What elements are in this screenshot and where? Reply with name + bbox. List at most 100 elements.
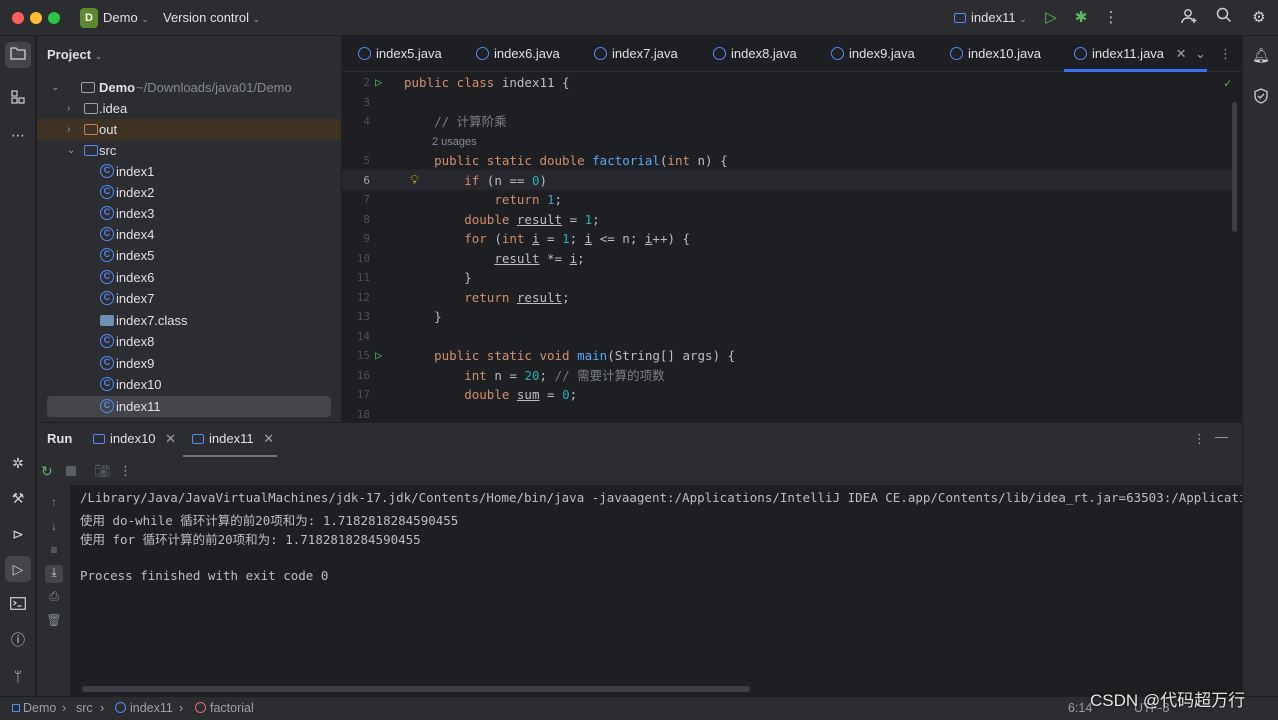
run-gutter-icon[interactable]: ▷: [375, 75, 382, 89]
tab-index10[interactable]: index10.java: [950, 36, 1041, 72]
module-icon: [12, 704, 20, 712]
tree-item-index5[interactable]: Cindex5: [37, 245, 341, 266]
services-icon[interactable]: ⊳: [5, 521, 31, 547]
tab-index7[interactable]: index7.java: [594, 36, 678, 72]
breadcrumb-index11[interactable]: index11: [115, 701, 173, 715]
shield-icon[interactable]: [1248, 86, 1274, 112]
java-class-icon: [1074, 47, 1087, 60]
line-number: 9: [363, 232, 370, 245]
code-line: return 1;: [494, 192, 563, 207]
run-gutter-icon[interactable]: ▷: [375, 348, 382, 362]
usages-hint[interactable]: 2 usages: [432, 133, 477, 153]
inspection-ok-check-icon[interactable]: ✓: [1224, 76, 1231, 90]
tree-item-out[interactable]: › out: [37, 119, 341, 140]
settings-gear-icon[interactable]: ⚙: [1248, 7, 1270, 29]
tree-item-label: src: [99, 143, 117, 158]
tab-index5[interactable]: index5.java: [358, 36, 442, 72]
tab-more-icon[interactable]: ⋮: [1219, 36, 1232, 72]
more-run-actions-icon[interactable]: ⋮: [119, 463, 132, 479]
status-bar: Demo › src › index11 › factorial 6:14 UT…: [0, 696, 1278, 720]
close-tab-icon[interactable]: ✕: [1176, 46, 1187, 61]
java-class-icon: C: [100, 377, 114, 391]
tree-item-src[interactable]: ⌄ src: [37, 140, 341, 161]
camera-icon[interactable]: 📷︎: [94, 463, 111, 479]
minimize-window-button[interactable]: [30, 12, 42, 24]
terminal-icon[interactable]: [5, 592, 31, 618]
tab-index9[interactable]: index9.java: [831, 36, 915, 72]
active-run-tab-underline: [183, 455, 277, 457]
chevron-down-icon: ⌄: [51, 82, 60, 93]
tree-item-index8[interactable]: Cindex8: [37, 331, 341, 352]
caret-position[interactable]: 6:14: [1068, 701, 1092, 715]
console-output[interactable]: /Library/Java/JavaVirtualMachines/jdk-17…: [70, 485, 1242, 697]
rerun-icon[interactable]: ↻: [41, 463, 53, 480]
build-hammer-icon[interactable]: ⚒: [5, 485, 31, 511]
code-line: public class index11 {: [404, 75, 570, 90]
more-actions-icon[interactable]: ⋮: [1100, 7, 1122, 29]
run-tab-index10[interactable]: index10 ✕: [93, 431, 176, 447]
project-panel-title[interactable]: Project ⌄: [47, 47, 102, 62]
editor-scrollbar[interactable]: [1232, 102, 1237, 232]
breadcrumb-factorial[interactable]: factorial: [195, 701, 254, 715]
tab-index11[interactable]: index11.java ✕: [1064, 36, 1207, 72]
run-icon[interactable]: ▷: [1040, 7, 1062, 29]
debug-bug-icon[interactable]: ✲: [5, 450, 31, 476]
folder-icon: [84, 103, 98, 114]
tree-root-demo[interactable]: ⌄ Demo ~/Downloads/java01/Demo: [37, 77, 341, 98]
stop-icon[interactable]: [66, 466, 76, 476]
debug-icon[interactable]: ✱: [1070, 7, 1092, 29]
tree-item-label: out: [99, 122, 118, 137]
tab-list-chevron-icon[interactable]: ⌄: [1195, 36, 1206, 72]
add-user-icon[interactable]: [1178, 7, 1200, 29]
breadcrumb-separator-icon: ›: [100, 701, 105, 715]
structure-icon[interactable]: [5, 86, 31, 112]
chevron-down-icon: ⌄: [141, 14, 149, 24]
print-icon[interactable]: ⎙: [45, 589, 63, 607]
app-icon: [192, 434, 204, 444]
close-tab-icon[interactable]: ✕: [263, 431, 274, 446]
problems-icon[interactable]: ⓘ: [5, 627, 31, 653]
close-window-button[interactable]: [12, 12, 24, 24]
more-options-icon[interactable]: ⋮: [1193, 431, 1206, 447]
trash-icon[interactable]: 🗑︎: [45, 613, 63, 631]
vcs-menu[interactable]: Version control ⌄: [163, 10, 260, 25]
run-config-selector[interactable]: index11 ⌄: [954, 10, 1027, 25]
code-line: double result = 1;: [464, 212, 600, 227]
project-folder-icon[interactable]: [5, 42, 31, 68]
line-number: 11: [356, 271, 370, 284]
project-badge[interactable]: D: [80, 8, 98, 28]
soft-wrap-icon[interactable]: ≡: [45, 543, 63, 561]
run-tab-index11[interactable]: index11 ✕: [192, 431, 274, 447]
java-class-icon: C: [100, 270, 114, 284]
down-arrow-icon[interactable]: ↓: [45, 519, 63, 537]
tree-item-index7-class[interactable]: index7.class: [37, 310, 341, 331]
maximize-window-button[interactable]: [48, 12, 60, 24]
tree-item-index7[interactable]: Cindex7: [37, 288, 341, 309]
minimize-panel-icon[interactable]: —: [1215, 429, 1228, 444]
tree-item-idea[interactable]: › .idea: [37, 98, 341, 119]
search-icon[interactable]: [1213, 7, 1235, 29]
tree-item-index3[interactable]: Cindex3: [37, 203, 341, 224]
console-horizontal-scrollbar[interactable]: [82, 686, 750, 692]
breadcrumb-src[interactable]: src: [76, 701, 93, 715]
tree-item-index6[interactable]: Cindex6: [37, 267, 341, 288]
git-branch-icon[interactable]: ᛘ: [5, 663, 31, 689]
tree-item-index4[interactable]: Cindex4: [37, 224, 341, 245]
code-editor[interactable]: 2 3 4 5 6 7 8 9 10 11 12 13 14 15 16 17 …: [342, 72, 1242, 422]
run-panel: Run index10 ✕ index11 ✕ ⋮ — ↻ 📷︎ ⋮ ↑ ↓ ≡…: [37, 422, 1242, 697]
close-tab-icon[interactable]: ✕: [165, 431, 176, 446]
project-switcher[interactable]: Demo ⌄: [103, 10, 149, 25]
tree-item-index2[interactable]: Cindex2: [37, 182, 341, 203]
run-window-icon[interactable]: ▷: [5, 556, 31, 582]
scroll-to-end-icon[interactable]: ⤓: [45, 565, 63, 583]
tree-item-index9[interactable]: Cindex9: [37, 353, 341, 374]
notifications-bell-icon[interactable]: 🔔︎: [1248, 42, 1274, 68]
more-tools-icon[interactable]: ⋯: [5, 122, 31, 148]
tab-index8[interactable]: index8.java: [713, 36, 797, 72]
tab-index6[interactable]: index6.java: [476, 36, 560, 72]
tree-item-index11[interactable]: Cindex11: [47, 396, 331, 417]
breadcrumb-demo[interactable]: Demo: [12, 701, 56, 715]
up-arrow-icon[interactable]: ↑: [45, 495, 63, 513]
tree-item-index1[interactable]: Cindex1: [37, 161, 341, 182]
tree-item-index10[interactable]: Cindex10: [37, 374, 341, 395]
